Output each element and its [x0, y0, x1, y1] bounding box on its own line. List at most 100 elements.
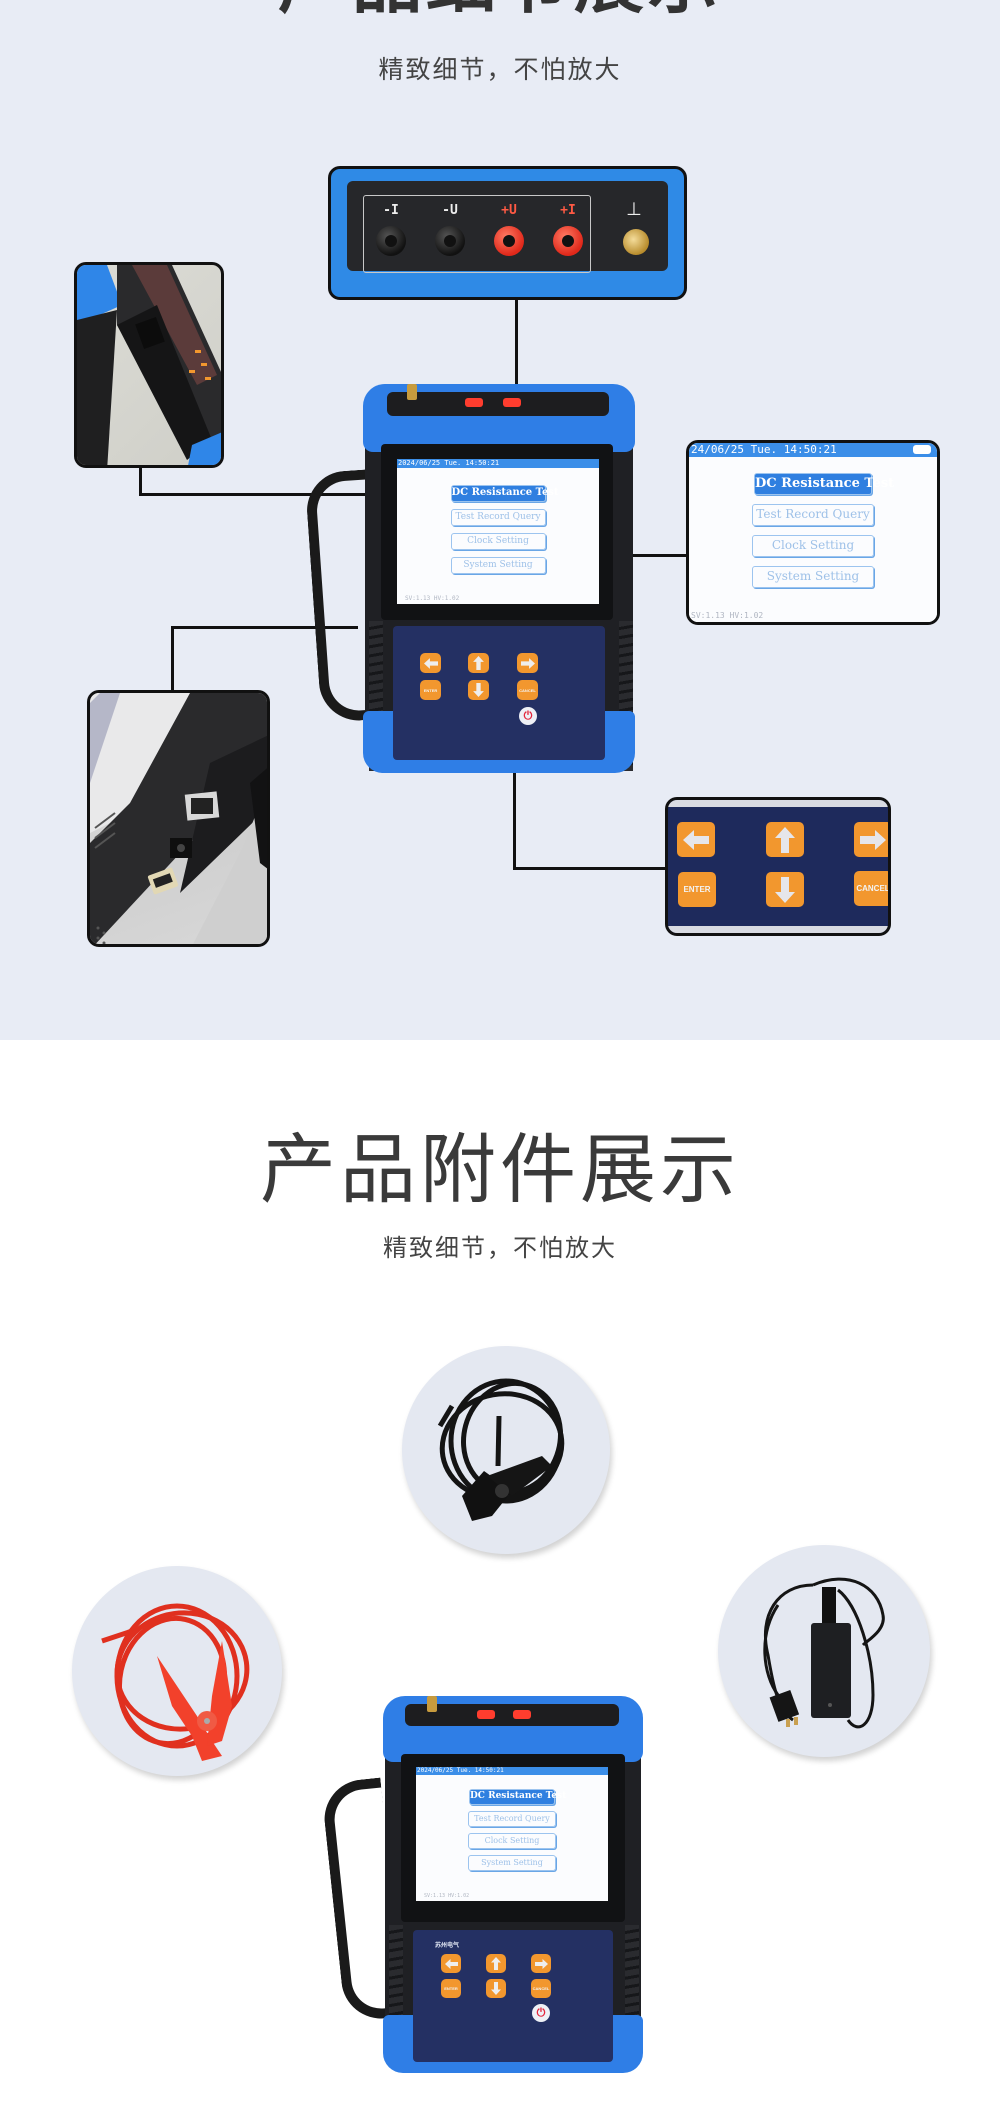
arrow-down-icon	[775, 876, 795, 903]
version-info: SV:1.13 HV:1.02	[691, 611, 764, 620]
status-bar: 2024/06/25 Tue. 14:50:21	[397, 459, 599, 468]
ports-callout: -I -U +U +I ⊥	[328, 166, 687, 300]
key-right[interactable]	[531, 1954, 551, 1973]
arrow-up-icon	[473, 656, 484, 670]
arrow-down-icon	[491, 1982, 501, 1995]
red-terminal	[513, 1710, 531, 1719]
key-enter[interactable]: ENTER	[420, 680, 441, 700]
power-adapter	[718, 1545, 930, 1757]
arrow-right-icon	[520, 657, 535, 669]
main-menu: DC Resistance Test Test Record Query Clo…	[689, 473, 937, 588]
key-right[interactable]	[517, 653, 538, 673]
black-jack-current	[376, 226, 406, 256]
menu-item-dc-resistance-test[interactable]: DC Resistance Test	[469, 1789, 566, 1805]
handle-strap-callout	[74, 262, 224, 468]
resistance-tester-device: 2024/06/25 Tue. 14:50:21 DC Resistance T…	[304, 376, 643, 796]
arrow-left-icon	[423, 657, 438, 669]
key-down[interactable]	[486, 1979, 506, 1998]
version-info: SV:1.13 HV:1.02	[424, 1893, 470, 1899]
device-top-bumper	[383, 1696, 643, 1762]
menu-item-system-setting[interactable]: System Setting	[450, 557, 546, 574]
screen-callout: 24/06/25 Tue. 14:50:21 DC Resistance Tes…	[686, 440, 940, 625]
main-menu: DC Resistance Test Test Record Query Clo…	[416, 1789, 608, 1871]
menu-item-dc-resistance-test[interactable]: DC Resistance Test	[450, 485, 559, 502]
black-jack-voltage	[435, 226, 465, 256]
detail-section-subtitle: 精致细节，不怕放大	[378, 55, 622, 84]
black-clamp-image	[437, 1378, 565, 1521]
handle-strap-photo	[77, 265, 221, 465]
key-left[interactable]	[441, 1954, 461, 1973]
menu-item-test-record-query[interactable]: Test Record Query	[450, 509, 546, 526]
power-button[interactable]: ⏻	[519, 707, 537, 725]
accessories-section-subtitle: 精致细节，不怕放大	[383, 1234, 617, 1262]
key-up[interactable]	[766, 822, 804, 857]
key-cancel[interactable]: CANCEL	[517, 680, 538, 700]
arrow-right-icon	[534, 1958, 548, 1969]
menu-item-dc-resistance-test[interactable]: DC Resistance Test	[754, 473, 894, 495]
status-bar: 2024/06/25 Tue. 14:50:21	[416, 1767, 608, 1775]
arrow-left-icon	[444, 1958, 458, 1969]
device-top-bumper	[363, 384, 635, 452]
device-top-panel	[387, 384, 609, 416]
port-label: -I	[383, 203, 399, 218]
arrow-right-icon	[860, 829, 886, 850]
device-keypad: 苏州电气 ENTER CANCEL ⏻	[413, 1930, 613, 2062]
key-left[interactable]	[677, 822, 715, 857]
resistance-tester-device-accessory-view: 2024/06/25 Tue. 14:50:21 DC Resistance T…	[320, 1690, 655, 2090]
key-enter[interactable]: ENTER	[441, 1979, 461, 1998]
version-info: SV:1.13 HV:1.02	[405, 595, 460, 602]
menu-item-test-record-query[interactable]: Test Record Query	[468, 1811, 556, 1827]
key-up[interactable]	[468, 653, 489, 673]
menu-item-clock-setting[interactable]: Clock Setting	[450, 533, 546, 550]
arrow-up-icon	[491, 1957, 501, 1970]
port-label: +I	[560, 203, 576, 218]
device-screen: 2024/06/25 Tue. 14:50:21 DC Resistance T…	[397, 459, 599, 604]
io-ports-callout	[87, 690, 270, 947]
key-cancel[interactable]: CANCEL	[854, 871, 888, 906]
detail-section-title: 产品细节展示	[0, 0, 1000, 17]
menu-item-test-record-query[interactable]: Test Record Query	[752, 504, 874, 526]
port-label: +U	[501, 203, 517, 218]
red-terminal	[465, 398, 483, 407]
strap-callout-line-v	[139, 468, 142, 496]
key-down[interactable]	[766, 872, 804, 907]
battery-icon	[913, 445, 931, 454]
key-down[interactable]	[468, 680, 489, 700]
key-right[interactable]	[854, 822, 888, 857]
key-left[interactable]	[420, 653, 441, 673]
key-cancel[interactable]: CANCEL	[531, 1979, 551, 1998]
main-menu: DC Resistance Test Test Record Query Clo…	[397, 485, 599, 574]
device-keypad: ENTER CANCEL ⏻	[393, 626, 605, 760]
brand-logo: 苏州电气	[435, 1942, 460, 1949]
port-label: -U	[442, 203, 458, 218]
io-ports-photo	[90, 693, 267, 944]
power-icon: ⏻	[523, 709, 533, 722]
screen-zoom: 24/06/25 Tue. 14:50:21 DC Resistance Tes…	[689, 443, 937, 622]
red-terminal	[477, 1710, 495, 1719]
menu-item-clock-setting[interactable]: Clock Setting	[468, 1833, 556, 1849]
bnc-connector	[407, 384, 417, 400]
keypad-callout: ENTER CANCEL	[665, 797, 891, 936]
io-callout-line-v	[171, 626, 174, 692]
ports-panel: -I -U +U +I ⊥	[347, 181, 668, 273]
menu-item-system-setting[interactable]: System Setting	[468, 1855, 556, 1871]
bnc-connector	[623, 229, 649, 255]
menu-item-clock-setting[interactable]: Clock Setting	[752, 535, 874, 557]
menu-item-system-setting[interactable]: System Setting	[752, 566, 874, 588]
antenna-icon: ⊥	[626, 199, 642, 220]
bnc-connector	[427, 1696, 437, 1712]
red-clamp-image	[101, 1603, 250, 1761]
red-terminal	[503, 398, 521, 407]
red-jack-current	[553, 226, 583, 256]
red-test-clamp-cable	[72, 1566, 282, 1776]
keypad-callout-line-h	[513, 867, 666, 870]
arrow-up-icon	[775, 826, 795, 853]
power-icon: ⏻	[536, 2006, 546, 2019]
device-top-panel	[405, 1696, 619, 1726]
arrow-down-icon	[473, 683, 484, 697]
power-button[interactable]: ⏻	[532, 2004, 550, 2022]
black-test-clamp-cable	[402, 1346, 610, 1554]
key-up[interactable]	[486, 1954, 506, 1973]
key-enter[interactable]: ENTER	[678, 872, 716, 907]
power-adapter-image	[763, 1577, 885, 1729]
